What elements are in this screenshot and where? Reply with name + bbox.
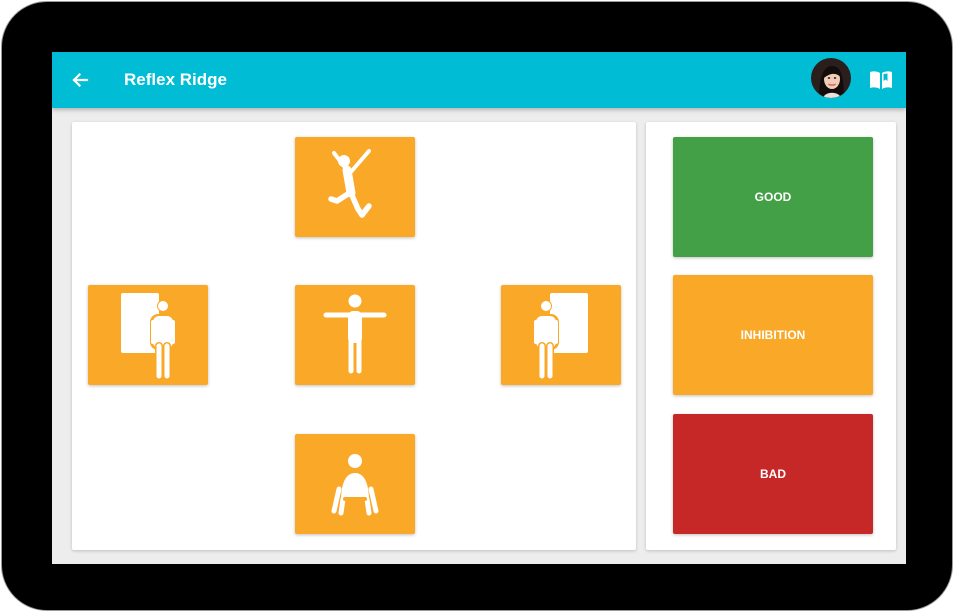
app-bar: Reflex Ridge (52, 52, 906, 108)
squat-reflex-tile[interactable] (295, 434, 415, 534)
back-button[interactable] (66, 66, 94, 94)
guide-button[interactable] (868, 68, 894, 92)
left-wall-reflex-tile[interactable] (88, 285, 208, 385)
reflex-grid-panel (72, 122, 636, 550)
page-title: Reflex Ridge (124, 70, 227, 89)
jumping-figure-icon (328, 149, 372, 218)
assessment-panel: GOOD INHIBITION BAD (646, 122, 896, 550)
t-pose-figure-icon (323, 294, 387, 374)
right-wall-reflex-tile[interactable] (501, 285, 621, 385)
bad-button[interactable]: BAD (673, 414, 873, 534)
open-book-icon (870, 71, 892, 89)
jump-reflex-tile[interactable] (295, 137, 415, 237)
good-button[interactable]: GOOD (673, 137, 873, 257)
t-pose-reflex-tile[interactable] (295, 285, 415, 385)
inhibition-button[interactable]: INHIBITION (673, 275, 873, 395)
app-screen: Reflex Ridge GOOD INHIBITION BAD (52, 52, 906, 564)
tablet-frame: Reflex Ridge GOOD INHIBITION BAD (1, 1, 953, 611)
squatting-figure-icon (331, 454, 379, 516)
figure-wall-right-icon (533, 293, 588, 380)
user-avatar[interactable] (811, 58, 851, 98)
figure-wall-left-icon (121, 293, 176, 380)
arrow-left-icon (72, 72, 89, 88)
